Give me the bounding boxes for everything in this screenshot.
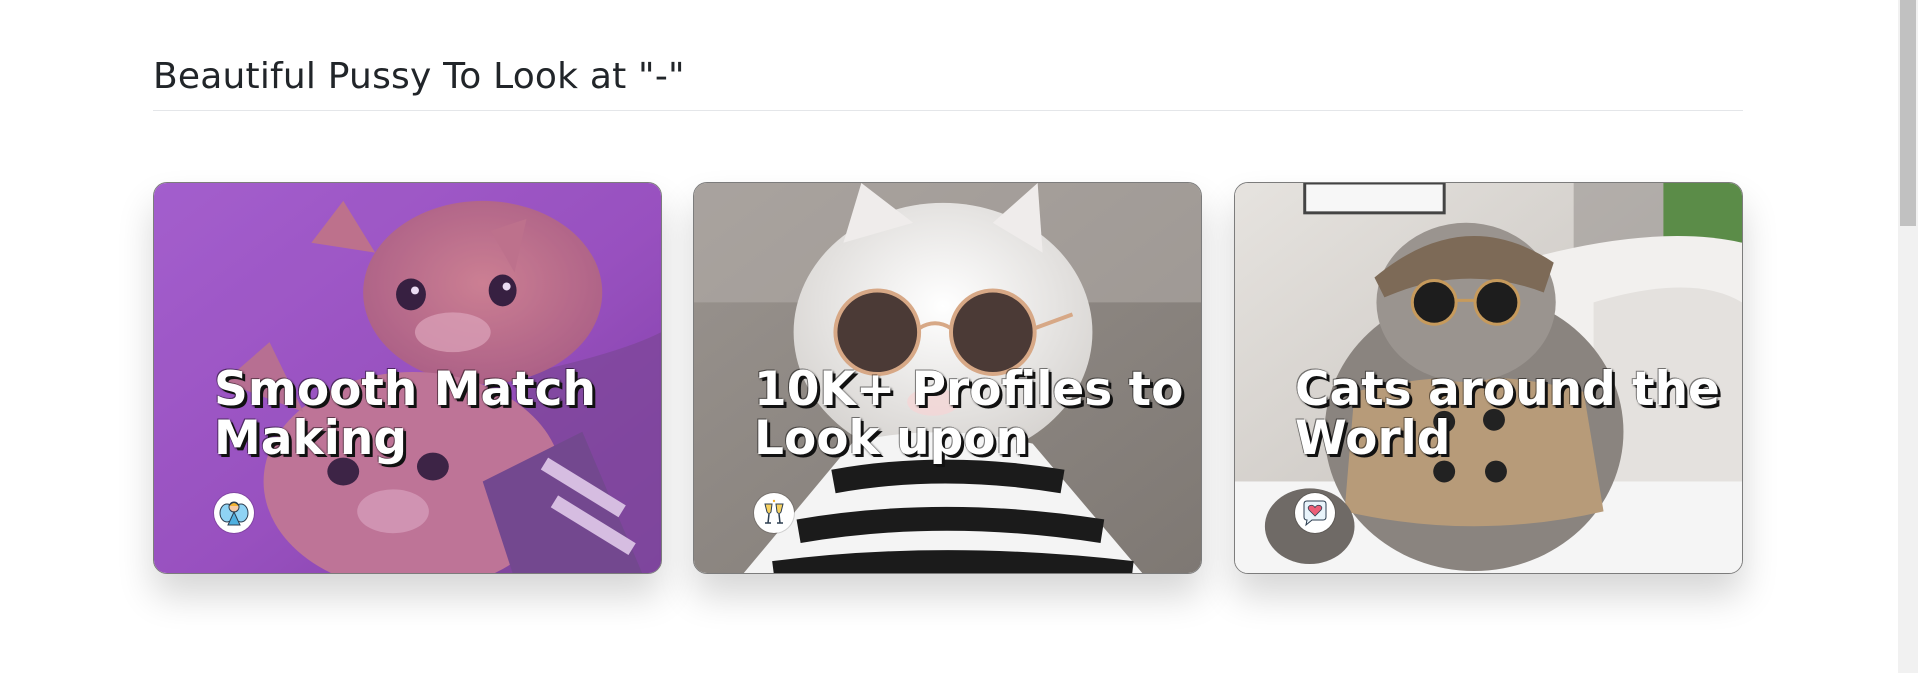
page: Beautiful Pussy To Look at "-" Smooth Ma…: [0, 0, 1898, 673]
heart-chat-icon: [1303, 500, 1327, 527]
feature-card-profiles[interactable]: 10K+ Profiles to Look upon: [693, 182, 1202, 574]
card-badge: [1295, 493, 1335, 533]
feature-card-world[interactable]: Cats around the World: [1234, 182, 1743, 574]
feature-cards: Smooth Match Making 10K+ Profiles to Loo…: [153, 182, 1743, 574]
champagne-toast-icon: [764, 499, 784, 524]
scrollbar-thumb[interactable]: [1900, 0, 1916, 226]
card-title: Smooth Match Making: [214, 362, 596, 466]
fairy-icon: [219, 501, 249, 526]
card-badge: [214, 493, 254, 533]
card-badge: [754, 493, 794, 533]
card-title: 10K+ Profiles to Look upon: [754, 362, 1184, 466]
feature-card-smooth-match[interactable]: Smooth Match Making: [153, 182, 662, 574]
section-title: Beautiful Pussy To Look at "-": [153, 56, 685, 97]
section-divider: [153, 110, 1743, 111]
card-title: Cats around the World: [1295, 362, 1720, 466]
